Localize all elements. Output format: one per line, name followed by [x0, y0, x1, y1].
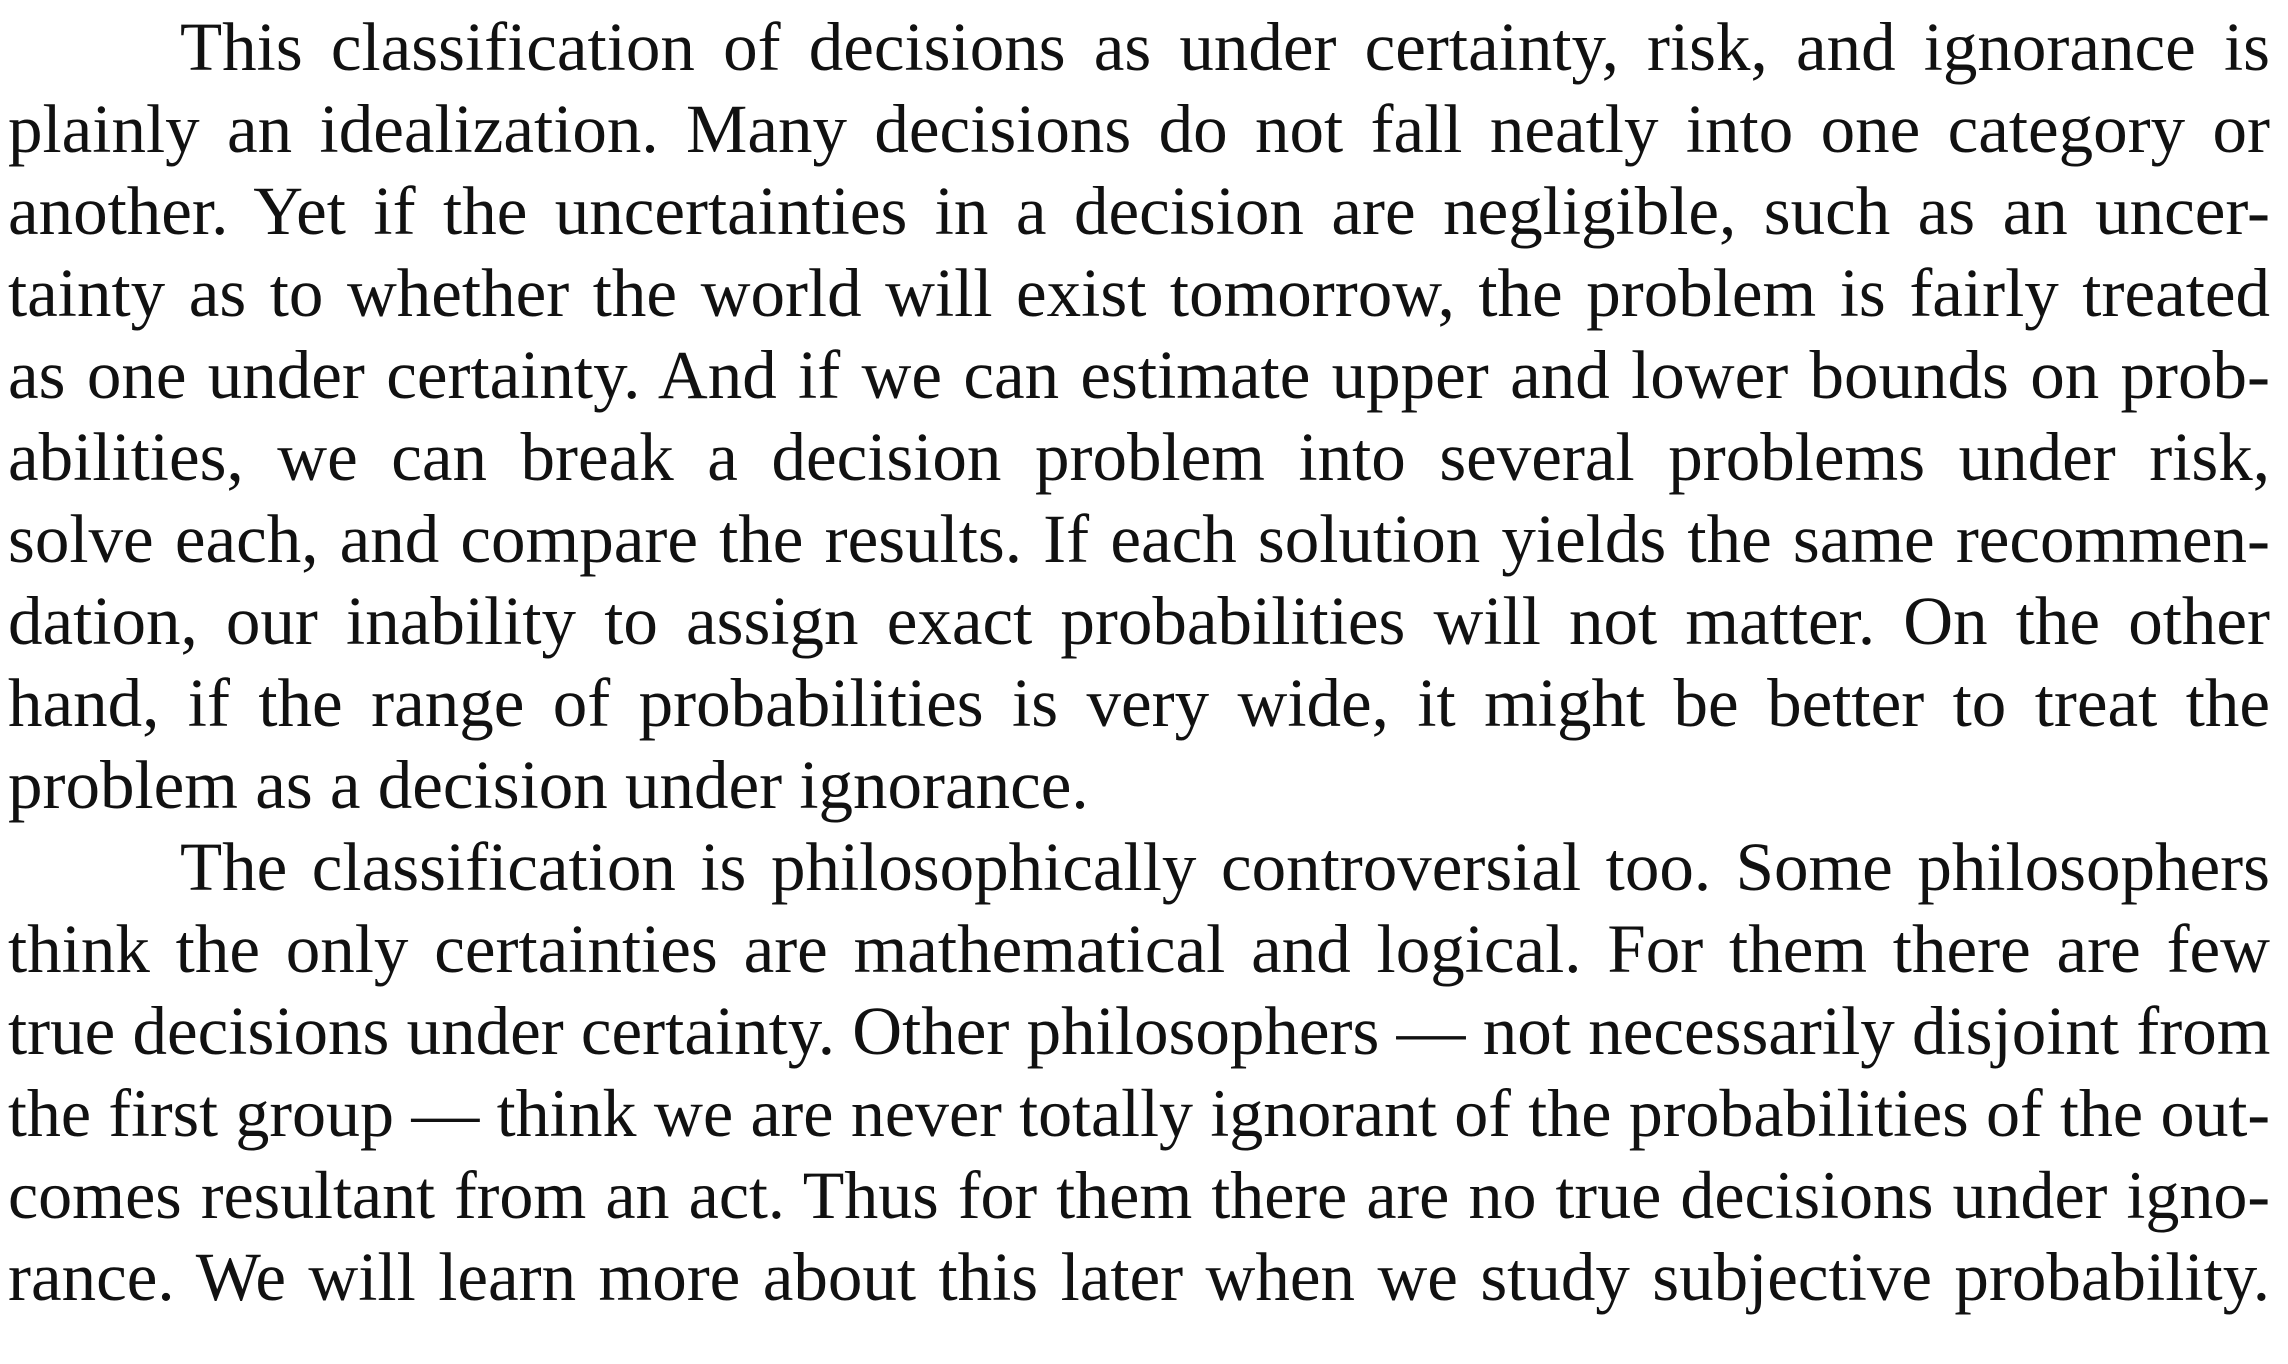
paragraph-line: the first group — think we are never tot…: [8, 1075, 2270, 1151]
paragraph-line: tainty as to whether the world will exis…: [8, 255, 2270, 331]
paragraph-line: as one under certainty. And if we can es…: [8, 337, 2270, 413]
paragraph-line: This classification of decisions as unde…: [180, 9, 2270, 85]
paragraph-line: abilities, we can break a decision probl…: [8, 419, 2270, 495]
paragraph-line: plainly an idealization. Many decisions …: [8, 91, 2270, 167]
paragraph-line: problem as a decision under ignorance.: [8, 747, 1089, 823]
paragraph-line: solve each, and compare the results. If …: [8, 501, 2270, 577]
paragraph-line: another. Yet if the uncertainties in a d…: [8, 173, 2270, 249]
paragraph-line: The classification is philosophically co…: [180, 829, 2270, 905]
paragraph-line: true decisions under certainty. Other ph…: [8, 993, 2271, 1069]
document-page: This classification of decisions as unde…: [0, 0, 2288, 1364]
paragraph-line: comes resultant from an act. Thus for th…: [8, 1157, 2270, 1233]
paragraph-line: think the only certainties are mathemati…: [8, 911, 2270, 987]
paragraph-line: rance. We will learn more about this lat…: [8, 1239, 2270, 1315]
paragraph-line: dation, our inability to assign exact pr…: [8, 583, 2270, 659]
paragraph-line: hand, if the range of probabilities is v…: [8, 665, 2270, 741]
